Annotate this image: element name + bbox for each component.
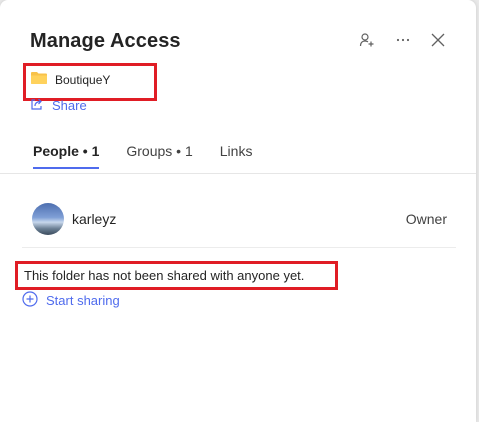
close-icon[interactable]: [428, 30, 448, 50]
more-options-icon[interactable]: [393, 30, 413, 50]
dialog-title: Manage Access: [30, 30, 181, 52]
manage-access-panel: Manage Access BoutiqueY Share People • 1…: [0, 0, 476, 422]
person-name: karleyz: [72, 211, 117, 227]
tab-bar: People • 1 Groups • 1 Links: [33, 143, 279, 169]
tab-groups[interactable]: Groups • 1: [126, 143, 192, 169]
share-icon: [30, 97, 44, 114]
folder-name: BoutiqueY: [55, 72, 111, 87]
add-person-icon[interactable]: [357, 30, 377, 50]
empty-state-message: This folder has not been shared with any…: [24, 268, 305, 283]
avatar: [32, 203, 64, 235]
plus-circle-icon: [22, 291, 38, 310]
tab-people[interactable]: People • 1: [33, 143, 100, 169]
start-sharing-label: Start sharing: [46, 293, 120, 308]
share-link[interactable]: Share: [30, 97, 87, 114]
row-divider: [22, 247, 456, 248]
person-row[interactable]: karleyz Owner: [32, 203, 447, 235]
person-role: Owner: [405, 211, 447, 227]
tab-links[interactable]: Links: [220, 143, 253, 169]
start-sharing-button[interactable]: Start sharing: [22, 291, 120, 310]
folder-icon: [30, 71, 48, 88]
share-label: Share: [52, 98, 87, 113]
folder-label: BoutiqueY: [30, 71, 110, 88]
tabs-divider: [0, 173, 476, 174]
